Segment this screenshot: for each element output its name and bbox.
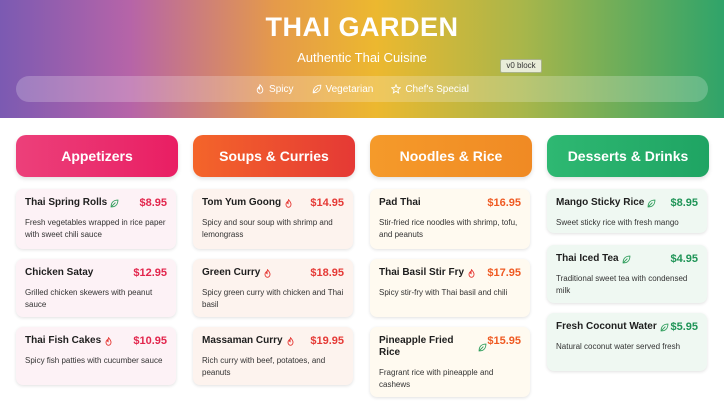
menu-item-description: Stir-fried rice noodles with shrimp, tof… (379, 218, 518, 239)
column-desserts-drinks: Desserts & Drinks Mango Sticky Rice $8.95… (547, 135, 709, 371)
filter-spicy[interactable]: Spicy (255, 83, 294, 95)
filter-vegetarian[interactable]: Vegetarian (312, 83, 374, 95)
menu-item-card[interactable]: Thai Basil Stir Fry $17.95 Spicy stir-fry … (370, 259, 530, 317)
menu-item-price: $10.95 (133, 335, 167, 347)
leaf-icon (110, 199, 119, 207)
menu-item-price: $17.95 (487, 267, 521, 279)
menu-item-name: Pad Thai (379, 197, 421, 209)
menu-item-name-text: Tom Yum Goong (202, 197, 282, 208)
menu-item-name: Green Curry (202, 267, 272, 279)
filter-spicy-label: Spicy (269, 83, 294, 95)
menu-item-description: Spicy and sour soup with shrimp and lemo… (202, 218, 333, 239)
menu-item-name: Pineapple Fried Rice (379, 335, 487, 359)
menu-item-card[interactable]: Thai Fish Cakes $10.95 Spicy fish patties … (16, 327, 176, 385)
menu-item-description: Traditional sweet tea with condensed mil… (556, 274, 688, 295)
menu-item-description: Spicy fish patties with cucumber sauce (25, 356, 163, 365)
flame-icon (256, 84, 264, 94)
flame-icon (105, 336, 112, 346)
menu-item-card[interactable]: Tom Yum Goong $14.95 Spicy and sour soup w… (193, 189, 353, 249)
flame-icon (468, 268, 475, 278)
leaf-icon (647, 199, 656, 207)
flame-icon (264, 268, 271, 278)
column-title-appetizers: Appetizers (16, 135, 178, 177)
menu-item-name-text: Green Curry (202, 267, 261, 278)
menu-item-name: Thai Spring Rolls (25, 197, 119, 209)
menu-item-description: Grilled chicken skewers with peanut sauc… (25, 288, 153, 309)
menu-item-card[interactable]: Chicken Satay $12.95 Grilled chicken skewe… (16, 259, 176, 317)
header-banner: THAI GARDEN Authentic Thai Cuisine v0 bl… (0, 0, 724, 118)
menu-item-description: Fragrant rice with pineapple and cashews (379, 368, 494, 389)
filter-chefs-special-label: Chef's Special (405, 83, 469, 95)
page-title: THAI GARDEN (265, 12, 459, 42)
menu-item-description: Spicy green curry with chicken and Thai … (202, 288, 344, 309)
menu-item-name-text: Thai Spring Rolls (25, 197, 108, 208)
column-title-desserts-drinks: Desserts & Drinks (547, 135, 709, 177)
menu-item-price: $14.95 (310, 197, 344, 209)
menu-item-price: $8.95 (670, 197, 698, 209)
menu-item-name-text: Thai Fish Cakes (25, 335, 102, 346)
leaf-icon (312, 84, 321, 94)
filter-vegetarian-label: Vegetarian (325, 83, 374, 95)
leaf-icon (660, 323, 669, 331)
menu-item-name: Massaman Curry (202, 335, 295, 347)
menu-item-card[interactable]: Thai Iced Tea $4.95 Traditional sweet tea … (547, 245, 707, 303)
filter-chefs-special[interactable]: Chef's Special (391, 84, 469, 95)
menu-item-card[interactable]: Pineapple Fried Rice $15.95 Fragrant rice … (370, 327, 530, 397)
star-icon (391, 84, 402, 94)
page-subtitle: Authentic Thai Cuisine (297, 50, 427, 65)
menu-item-description: Rich curry with beef, potatoes, and pean… (202, 356, 326, 377)
menu-item-price: $16.95 (487, 197, 521, 209)
menu-item-name: Mango Sticky Rice (556, 197, 656, 209)
column-appetizers: Appetizers Thai Spring Rolls $8.95 Fresh v… (16, 135, 178, 385)
column-title-soups-curries: Soups & Curries (193, 135, 355, 177)
menu-item-price: $5.95 (670, 321, 698, 333)
menu-item-name-text: Thai Iced Tea (556, 253, 619, 264)
menu-item-price: $19.95 (310, 335, 344, 347)
menu-item-name-text: Thai Basil Stir Fry (379, 267, 465, 278)
menu-item-price: $8.95 (139, 197, 167, 209)
menu-item-card[interactable]: Green Curry $18.95 Spicy green curry with … (193, 259, 353, 317)
menu-item-name-text: Mango Sticky Rice (556, 197, 645, 208)
menu-item-name: Tom Yum Goong (202, 197, 293, 209)
menu-item-price: $4.95 (670, 253, 698, 265)
leaf-icon (478, 343, 487, 351)
menu-item-card[interactable]: Pad Thai $16.95 Stir-fried rice noodles wi… (370, 189, 530, 249)
menu-item-card[interactable]: Thai Spring Rolls $8.95 Fresh vegetables w… (16, 189, 176, 249)
block-tag[interactable]: v0 block (500, 59, 542, 73)
menu-item-name: Thai Fish Cakes (25, 335, 113, 347)
menu-item-name-text: Pineapple Fried Rice (379, 335, 454, 358)
flame-icon (287, 336, 294, 346)
menu-item-name: Thai Basil Stir Fry (379, 267, 476, 279)
menu-item-description: Natural coconut water served fresh (556, 342, 681, 351)
menu-item-name: Fresh Coconut Water (556, 321, 669, 333)
menu-item-name-text: Massaman Curry (202, 335, 283, 346)
menu-item-description: Spicy stir-fry with Thai basil and chili (379, 288, 508, 297)
menu-item-price: $18.95 (310, 267, 344, 279)
flame-icon (285, 198, 292, 208)
menu-item-name-text: Pad Thai (379, 197, 421, 208)
menu-item-price: $15.95 (487, 335, 521, 347)
menu-item-price: $12.95 (133, 267, 167, 279)
column-title-noodles-rice: Noodles & Rice (370, 135, 532, 177)
menu-item-card[interactable]: Mango Sticky Rice $8.95 Sweet sticky rice … (547, 189, 707, 233)
filter-bar: Spicy Vegetarian Chef's Special (16, 76, 708, 102)
menu-item-name: Chicken Satay (25, 267, 93, 279)
menu-item-card[interactable]: Massaman Curry $19.95 Rich curry with beef… (193, 327, 353, 385)
menu-item-name-text: Chicken Satay (25, 267, 94, 278)
column-noodles-rice: Noodles & Rice Pad Thai $16.95 Stir-fried … (370, 135, 532, 397)
leaf-icon (622, 255, 630, 263)
menu-item-description: Sweet sticky rice with fresh mango (556, 218, 679, 227)
menu-item-description: Fresh vegetables wrapped in rice paper w… (25, 218, 166, 239)
menu-item-name: Thai Iced Tea (556, 253, 631, 265)
column-soups-curries: Soups & Curries Tom Yum Goong $14.95 Spicy… (193, 135, 355, 385)
menu-item-name-text: Fresh Coconut Water (556, 321, 657, 332)
menu-item-card[interactable]: Fresh Coconut Water $5.95 Natural coconut … (547, 313, 707, 371)
